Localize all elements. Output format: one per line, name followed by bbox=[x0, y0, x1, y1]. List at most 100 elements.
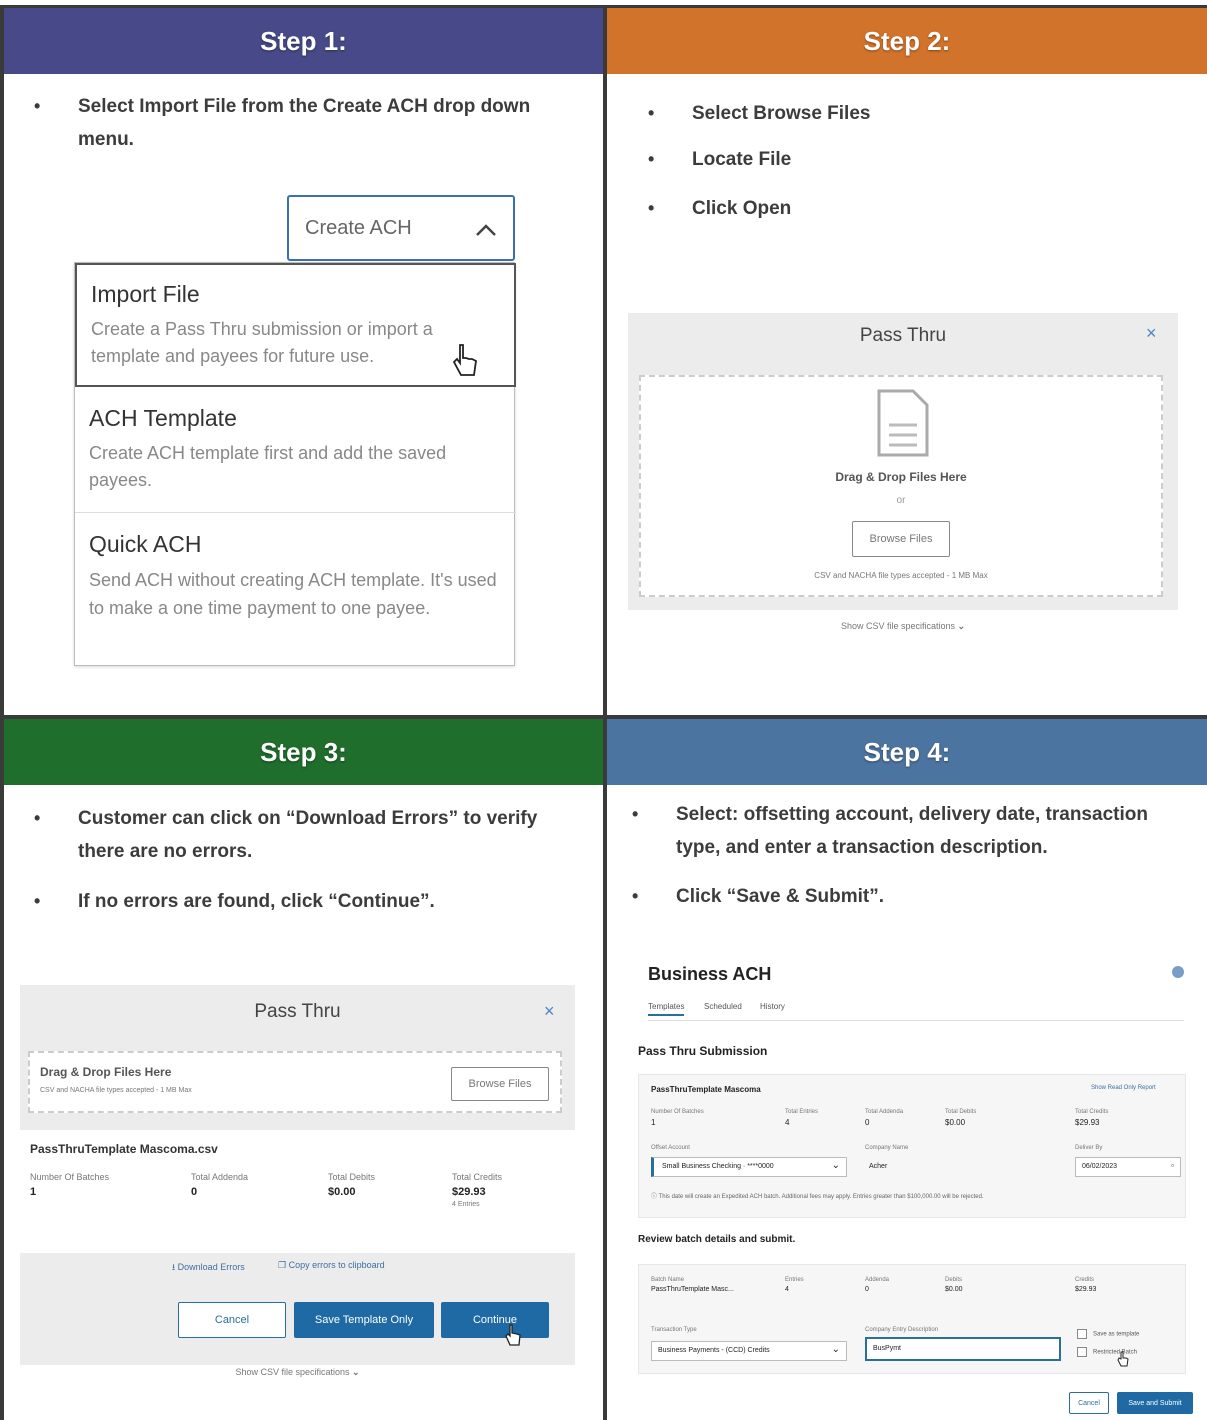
batch-name: Batch Name PassThruTemplate Masc... bbox=[651, 1277, 734, 1293]
tab-history[interactable]: History bbox=[760, 1002, 785, 1011]
step2-bullet-3: • Click Open bbox=[648, 198, 792, 219]
step2-modal: Pass Thru × Drag & Drop Files Here or Br… bbox=[628, 313, 1178, 610]
batch-entries: Entries 4 bbox=[785, 1277, 804, 1293]
quick-ach-title: Quick ACH bbox=[89, 531, 202, 557]
save-template-only-button[interactable]: Save Template Only bbox=[294, 1302, 434, 1338]
pointer-hand-icon bbox=[1117, 1351, 1129, 1367]
review-title: Review batch details and submit. bbox=[638, 1234, 796, 1245]
template-card: PassThruTemplate Mascoma Show Read Only … bbox=[638, 1074, 1186, 1218]
step2-bullet-1: • Select Browse Files bbox=[648, 103, 871, 124]
chevron-up-icon bbox=[476, 224, 496, 236]
file-name: PassThruTemplate Mascoma.csv bbox=[30, 1142, 218, 1156]
step3-header: Step 3: bbox=[4, 719, 603, 785]
import-file-title: Import File bbox=[91, 281, 200, 307]
business-ach-app: Business ACH Templates Scheduled History… bbox=[632, 942, 1200, 1420]
chevron-down-icon: ⌄ bbox=[831, 1160, 840, 1171]
file-icon bbox=[877, 389, 929, 457]
batch-credits: Credits $29.93 bbox=[1075, 1277, 1097, 1293]
browse-files-button[interactable]: Browse Files bbox=[852, 521, 950, 557]
drop-zone[interactable]: Drag & Drop Files Here CSV and NACHA fil… bbox=[28, 1051, 562, 1113]
dropdown-menu: Import File Create a Pass Thru submissio… bbox=[74, 262, 516, 666]
file-summary: PassThruTemplate Mascoma.csv Number Of B… bbox=[20, 1130, 575, 1253]
deliver-by-input[interactable]: 06/02/2023 ▫ bbox=[1075, 1157, 1181, 1177]
copy-errors-link[interactable]: ❐ Copy errors to clipboard bbox=[278, 1260, 385, 1271]
read-only-report-link[interactable]: Show Read Only Report bbox=[1091, 1085, 1156, 1091]
chevron-down-icon: ⌄ bbox=[831, 1344, 840, 1355]
close-icon[interactable]: × bbox=[1146, 323, 1157, 344]
create-ach-dropdown[interactable]: Create ACH bbox=[287, 195, 515, 261]
settings-icon[interactable] bbox=[1172, 966, 1184, 978]
stat-debits: Total Debits $0.00 bbox=[945, 1109, 977, 1127]
download-errors-link[interactable]: ⭳ Download Errors bbox=[172, 1260, 245, 1276]
accepted-types: CSV and NACHA file types accepted - 1 MB… bbox=[40, 1087, 192, 1094]
stat-batches: Number Of Batches 1 bbox=[651, 1109, 704, 1127]
or-label: or bbox=[896, 495, 906, 506]
step1-header: Step 1: bbox=[4, 8, 603, 74]
drag-drop-label: Drag & Drop Files Here bbox=[835, 470, 967, 484]
entry-description-input[interactable]: BusPymt bbox=[865, 1337, 1061, 1361]
show-csv-spec-link[interactable]: Show CSV file specifications ⌄ bbox=[628, 621, 1178, 632]
quick-ach-desc: Send ACH without creating ACH template. … bbox=[89, 570, 497, 618]
menu-item-import-file[interactable]: Import File Create a Pass Thru submissio… bbox=[75, 263, 516, 387]
deliver-by-label: Deliver By bbox=[1075, 1145, 1103, 1151]
tabs-rule bbox=[648, 1020, 1184, 1021]
menu-item-ach-template[interactable]: ACH Template Create ACH template first a… bbox=[75, 391, 516, 513]
company-name-value: Acher bbox=[869, 1163, 888, 1170]
drop-zone[interactable]: Drag & Drop Files Here or Browse Files C… bbox=[639, 375, 1163, 597]
continue-button[interactable]: Continue bbox=[441, 1302, 549, 1338]
chevron-down-icon: ⌄ bbox=[352, 1367, 360, 1377]
stat-debits: Total Debits $0.00 bbox=[328, 1172, 376, 1198]
stat-batches: Number Of Batches 1 bbox=[30, 1172, 110, 1198]
stat-addenda: Total Addenda 0 bbox=[191, 1172, 249, 1198]
step4-header: Step 4: bbox=[607, 719, 1207, 785]
create-ach-label: Create ACH bbox=[305, 216, 412, 239]
entry-description-label: Company Entry Description bbox=[865, 1327, 939, 1333]
tab-scheduled[interactable]: Scheduled bbox=[704, 1002, 742, 1011]
stat-addenda: Total Addenda 0 bbox=[865, 1109, 904, 1127]
app-title: Business ACH bbox=[648, 964, 772, 984]
ach-template-title: ACH Template bbox=[89, 405, 237, 431]
stat-credits: Total Credits $29.93 4 Entries bbox=[452, 1172, 503, 1208]
stat-credits: Total Credits $29.93 bbox=[1075, 1109, 1109, 1127]
step4-bullet-2: • Click “Save & Submit”. bbox=[632, 886, 885, 907]
accepted-types: CSV and NACHA file types accepted - 1 MB… bbox=[814, 571, 988, 580]
section-title: Pass Thru Submission bbox=[638, 1044, 768, 1058]
cancel-button[interactable]: Cancel bbox=[178, 1302, 286, 1338]
batch-addenda: Addenda 0 bbox=[865, 1277, 890, 1293]
step3-bullet-2: • If no errors are found, click “Continue… bbox=[34, 891, 435, 912]
expedited-notice: ⓘ This date will create an Expedited ACH… bbox=[651, 1194, 984, 1200]
vertical-divider bbox=[603, 5, 607, 1420]
step1-bullet: • Select Import File from the Create ACH … bbox=[34, 96, 531, 150]
browse-files-button[interactable]: Browse Files bbox=[451, 1067, 549, 1101]
pointer-hand-icon bbox=[505, 1324, 521, 1346]
offset-account-select[interactable]: Small Business Checking · ****0000 ⌄ bbox=[651, 1157, 847, 1177]
offset-account-label: Offset Account bbox=[651, 1145, 690, 1151]
save-as-template-checkbox[interactable]: Save as template bbox=[1077, 1329, 1139, 1339]
step2-header: Step 2: bbox=[607, 8, 1207, 74]
modal-title: Pass Thru bbox=[254, 1001, 341, 1022]
menu-item-quick-ach[interactable]: Quick ACH Send ACH without creating ACH … bbox=[75, 517, 516, 665]
drag-drop-label: Drag & Drop Files Here bbox=[40, 1065, 172, 1079]
batch-card: Batch Name PassThruTemplate Masc... Entri… bbox=[638, 1264, 1186, 1374]
tab-templates[interactable]: Templates bbox=[648, 1002, 685, 1016]
step3-bullet-1: • Customer can click on “Download Errors”… bbox=[34, 808, 538, 862]
stat-entries: Total Entries 4 bbox=[785, 1109, 819, 1127]
batch-debits: Debits $0.00 bbox=[945, 1277, 963, 1293]
step3-modal: Pass Thru × Drag & Drop Files Here CSV a… bbox=[20, 985, 575, 1365]
save-and-submit-button[interactable]: Save and Submit bbox=[1117, 1392, 1193, 1414]
step2-bullet-2: • Locate File bbox=[648, 149, 792, 170]
import-file-desc: Create a Pass Thru submission or import … bbox=[91, 319, 433, 366]
close-icon[interactable]: × bbox=[544, 1001, 555, 1022]
chevron-down-icon: ⌄ bbox=[957, 621, 966, 631]
show-csv-spec-link[interactable]: Show CSV file specifications ⌄ bbox=[20, 1367, 575, 1378]
ach-template-desc: Create ACH template first and add the sa… bbox=[89, 443, 447, 490]
calendar-icon: ▫ bbox=[1171, 1161, 1174, 1170]
copy-icon: ❐ bbox=[278, 1260, 287, 1270]
transaction-type-label: Transaction Type bbox=[651, 1327, 697, 1333]
modal-title: Pass Thru bbox=[859, 325, 947, 346]
cancel-button[interactable]: Cancel bbox=[1069, 1392, 1109, 1414]
transaction-type-select[interactable]: Business Payments - (CCD) Credits ⌄ bbox=[651, 1341, 847, 1361]
company-name-label: Company Name bbox=[865, 1145, 909, 1151]
download-icon: ⭳ bbox=[172, 1262, 176, 1272]
step4-bullet-1: • Select: offsetting account, delivery da… bbox=[632, 804, 1148, 858]
